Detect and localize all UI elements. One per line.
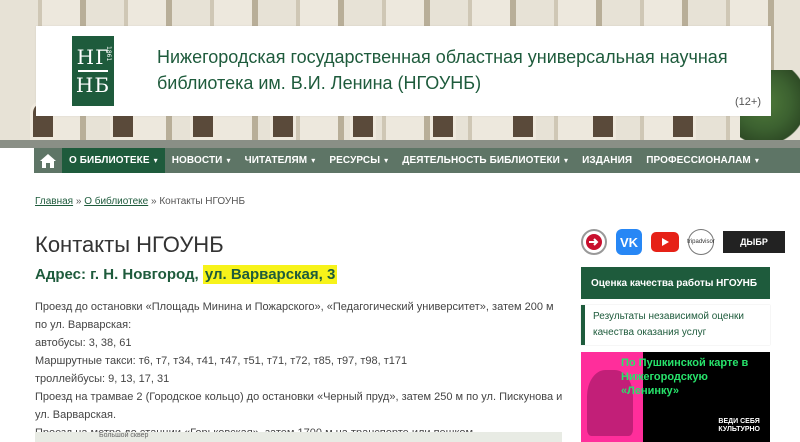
age-rating-badge: (12+) bbox=[735, 96, 761, 108]
banner-slogan-line: КУЛЬТУРНО bbox=[718, 426, 760, 433]
address-heading: Адрес: г. Н. Новгород, ул. Варварская, 3 bbox=[35, 265, 338, 284]
breadcrumb-separator: » bbox=[148, 196, 160, 207]
nav-item-label: РЕСУРСЫ bbox=[329, 155, 381, 166]
nav-item-readers[interactable]: ЧИТАТЕЛЯМ ▾ bbox=[238, 148, 323, 173]
address-prefix: Адрес: г. Н. Новгород, bbox=[35, 266, 203, 283]
chevron-down-icon: ▾ bbox=[384, 156, 389, 165]
nav-item-label: О БИБЛИОТЕКЕ bbox=[69, 155, 150, 166]
breadcrumb-home-link[interactable]: Главная bbox=[35, 196, 73, 207]
chevron-down-icon: ▾ bbox=[153, 156, 158, 165]
breadcrumb: Главная » О библиотеке » Контакты НГОУНБ bbox=[35, 196, 245, 207]
tripadvisor-icon: tripadvisor bbox=[687, 239, 715, 245]
directions-text: Проезд до остановки «Площадь Минина и По… bbox=[35, 298, 565, 442]
directions-line: автобусы: 3, 38, 61 bbox=[35, 337, 132, 349]
nav-item-label: ПРОФЕССИОНАЛАМ bbox=[646, 155, 751, 166]
nav-item-label: ИЗДАНИЯ bbox=[582, 155, 633, 166]
map-embed[interactable]: Большой сквер bbox=[35, 432, 562, 442]
banner-title: По Пушкинской карте в Нижегородскую «Лен… bbox=[621, 357, 749, 397]
independent-assessment-link[interactable]: Результаты независимой оценки качества о… bbox=[581, 305, 770, 345]
chevron-down-icon: ▾ bbox=[226, 156, 231, 165]
social-link-youtube[interactable] bbox=[651, 232, 679, 252]
dybr-icon: ДЫБР bbox=[740, 237, 768, 247]
banner-slogan: ВЕДИ СЕБЯ КУЛЬТУРНО bbox=[718, 418, 760, 434]
pushkin-card-banner[interactable]: По Пушкинской карте в Нижегородскую «Лен… bbox=[581, 352, 770, 442]
nav-item-label: ЧИТАТЕЛЯМ bbox=[244, 155, 308, 166]
breadcrumb-separator: » bbox=[73, 196, 85, 207]
directions-line: Маршрутные такси: т6, т7, т34, т41, т47,… bbox=[35, 355, 408, 367]
library-logo[interactable]: НГ НБ 1861 bbox=[72, 36, 114, 106]
map-label: Большой сквер bbox=[99, 432, 149, 439]
directions-line: троллейбусы: 9, 13, 17, 31 bbox=[35, 373, 170, 385]
social-link-vk[interactable]: VK bbox=[616, 229, 642, 255]
main-nav: О БИБЛИОТЕКЕ ▾ НОВОСТИ ▾ ЧИТАТЕЛЯМ ▾ РЕСУРС… bbox=[34, 148, 800, 173]
youtube-play-icon bbox=[662, 238, 669, 246]
nav-item-activity[interactable]: ДЕЯТЕЛЬНОСТЬ БИБЛИОТЕКИ ▾ bbox=[395, 148, 575, 173]
breadcrumb-current: Контакты НГОУНБ bbox=[159, 196, 246, 207]
nav-item-label: ДЕЯТЕЛЬНОСТЬ БИБЛИОТЕКИ bbox=[402, 155, 560, 166]
nav-home-button[interactable] bbox=[34, 148, 62, 173]
logo-divider bbox=[78, 70, 108, 72]
nav-item-news[interactable]: НОВОСТИ ▾ bbox=[165, 148, 238, 173]
social-link-circle[interactable] bbox=[581, 229, 607, 255]
nav-item-professionals[interactable]: ПРОФЕССИОНАЛАМ ▾ bbox=[639, 148, 766, 173]
chevron-down-icon: ▾ bbox=[754, 156, 759, 165]
address-street-highlight: ул. Варварская, 3 bbox=[202, 265, 338, 284]
social-link-tripadvisor[interactable]: tripadvisor bbox=[687, 229, 715, 255]
nav-item-publications[interactable]: ИЗДАНИЯ bbox=[575, 148, 639, 173]
vk-icon: VK bbox=[619, 234, 639, 250]
social-links: VK tripadvisor ДЫБР bbox=[581, 229, 785, 255]
nav-item-label: НОВОСТИ bbox=[171, 155, 223, 166]
chevron-down-icon: ▾ bbox=[311, 156, 316, 165]
nav-item-about[interactable]: О БИБЛИОТЕКЕ ▾ bbox=[62, 148, 165, 173]
directions-line: Проезд до остановки «Площадь Минина и По… bbox=[35, 301, 554, 331]
audio-logo-icon bbox=[586, 234, 602, 250]
social-link-dybr[interactable]: ДЫБР bbox=[723, 231, 785, 253]
site-header: НГ НБ 1861 Нижегородская государственная… bbox=[36, 26, 771, 116]
breadcrumb-about-link[interactable]: О библиотеке bbox=[84, 196, 148, 207]
chevron-down-icon: ▾ bbox=[563, 156, 569, 165]
home-icon bbox=[40, 153, 56, 168]
quality-assessment-button[interactable]: Оценка качества работы НГОУНБ bbox=[581, 267, 770, 299]
banner-slogan-line: ВЕДИ СЕБЯ bbox=[718, 418, 760, 425]
page-title: Контакты НГОУНБ bbox=[35, 232, 224, 257]
logo-year: 1861 bbox=[105, 46, 112, 62]
nav-item-resources[interactable]: РЕСУРСЫ ▾ bbox=[322, 148, 395, 173]
ground bbox=[0, 140, 800, 148]
site-title[interactable]: Нижегородская государственная областная … bbox=[157, 44, 757, 96]
logo-letters-bottom: НБ bbox=[75, 73, 111, 97]
directions-line: Проезд на трамвае 2 (Городское кольцо) д… bbox=[35, 391, 563, 421]
